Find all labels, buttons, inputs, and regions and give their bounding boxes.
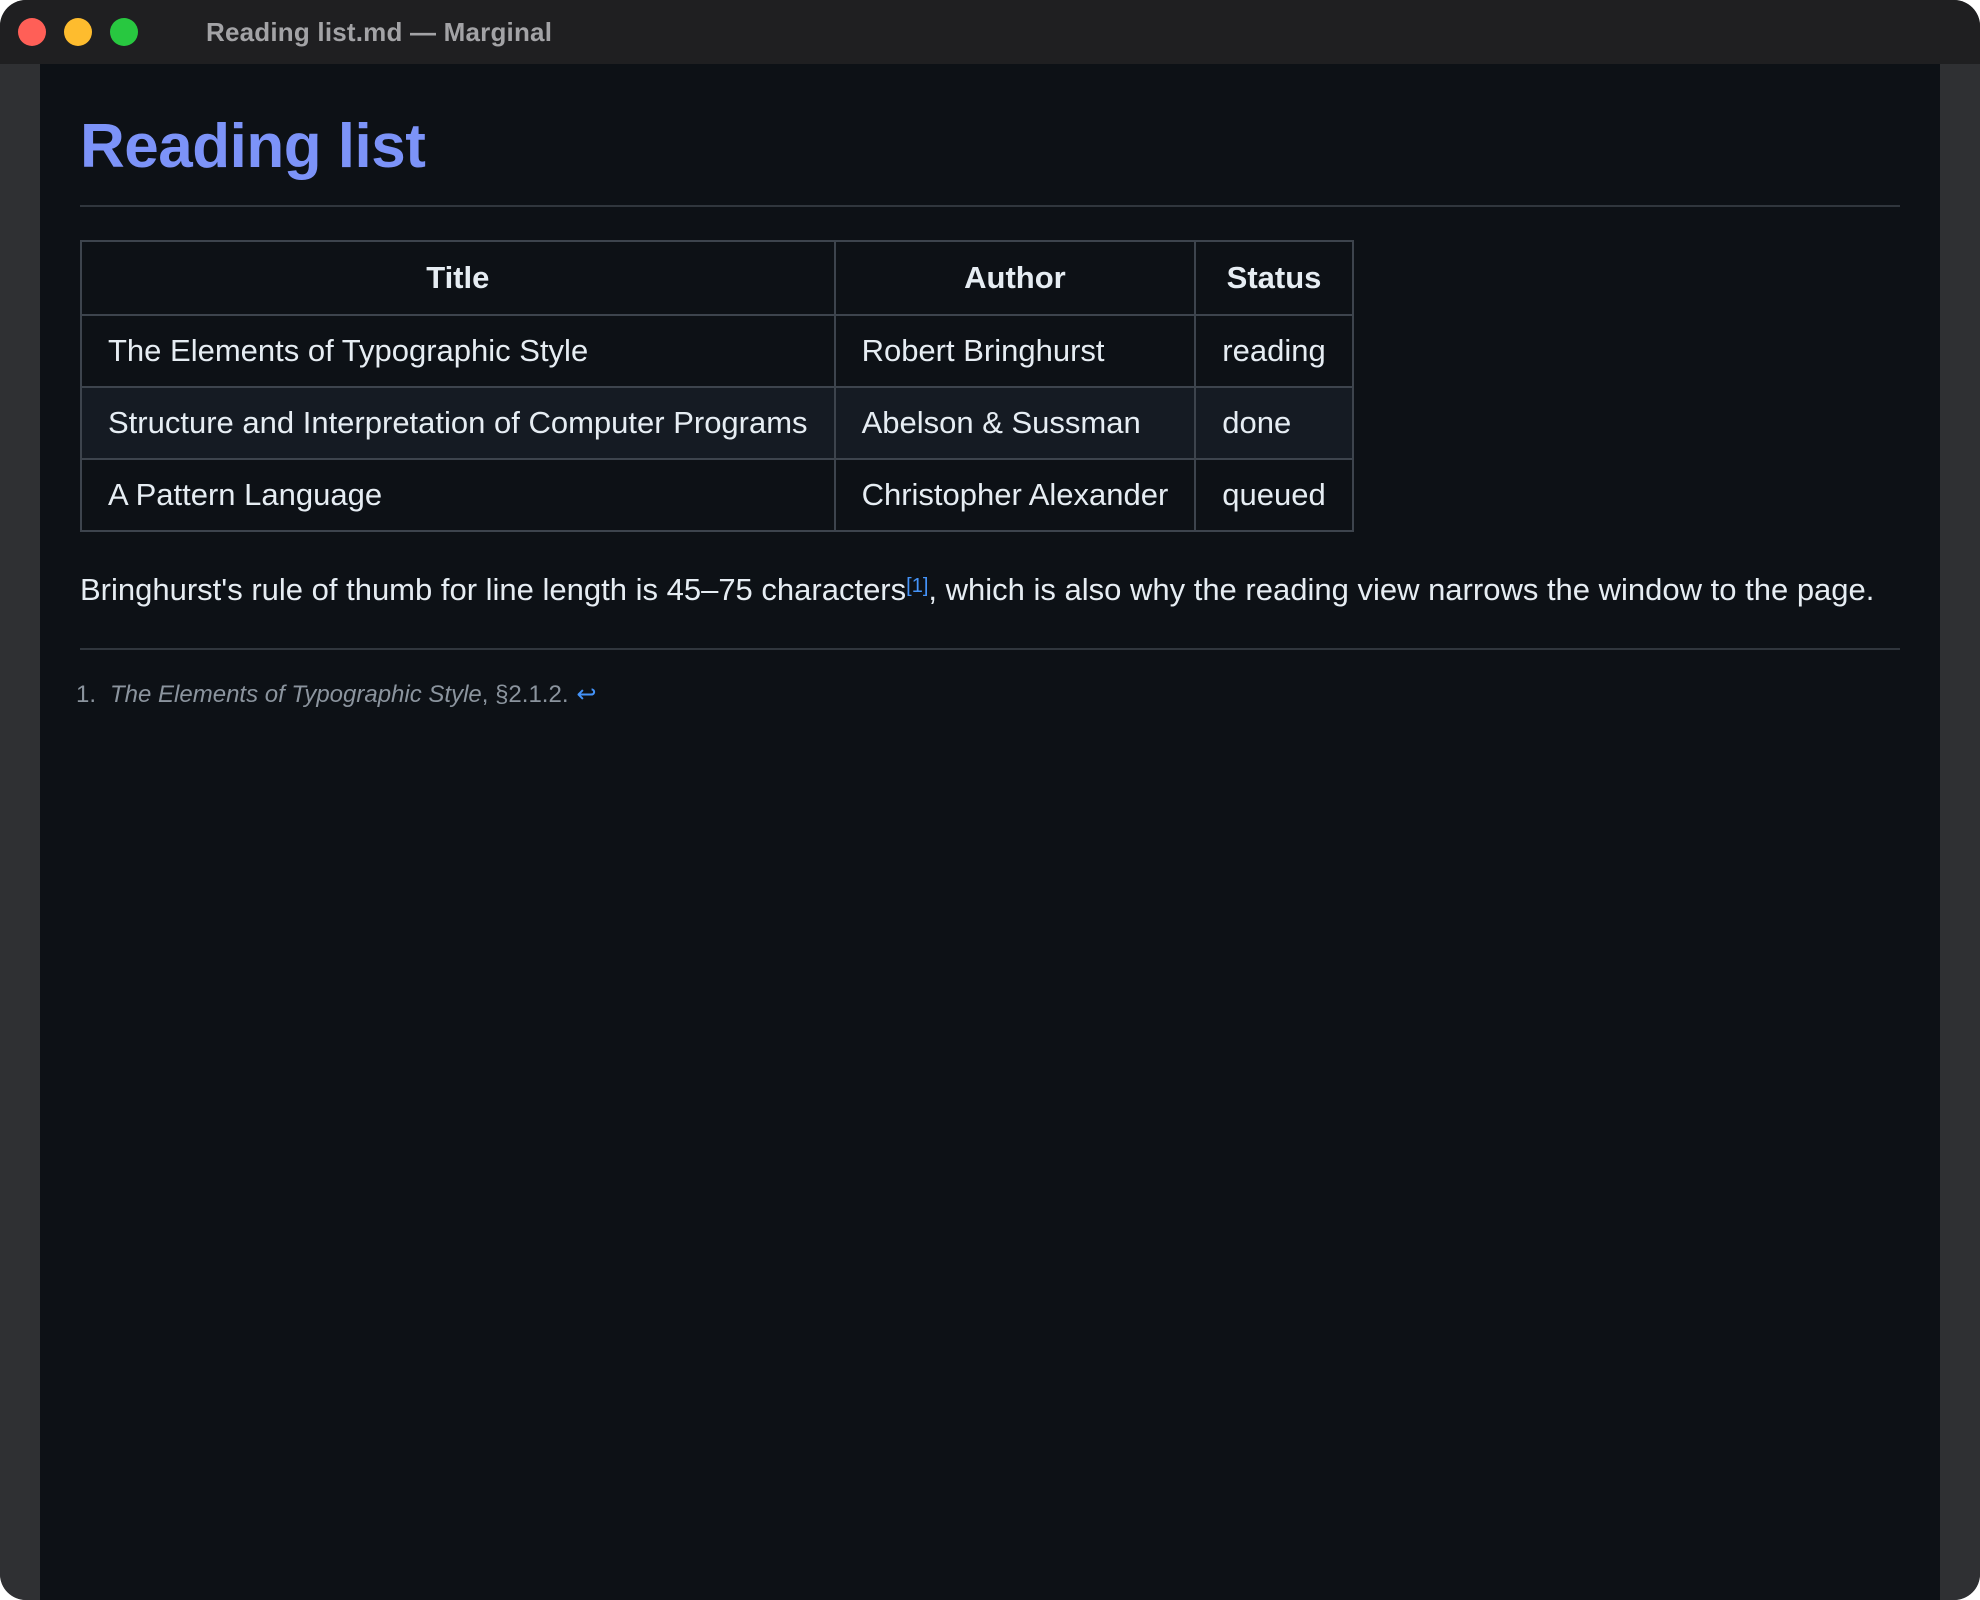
cell-author: Christopher Alexander	[833, 458, 1197, 532]
app-window: Reading list.md — Marginal Reading list …	[0, 0, 1980, 1600]
reading-table: Title Author Status The Elements of Typo…	[80, 240, 1354, 532]
column-header-author: Author	[833, 240, 1197, 316]
return-arrow-icon[interactable]: ↩	[576, 680, 596, 709]
traffic-lights	[18, 18, 156, 46]
cell-status: done	[1194, 386, 1354, 460]
table-header-row: Title Author Status	[80, 240, 1354, 316]
reading-view[interactable]: Reading list Title Author Status The Ele…	[40, 64, 1940, 1600]
table-row: The Elements of Typographic Style Robert…	[80, 314, 1354, 388]
title-bar[interactable]: Reading list.md — Marginal	[0, 0, 1980, 64]
heading-divider	[80, 205, 1900, 207]
right-margin	[1940, 64, 1980, 1600]
cell-author: Abelson & Sussman	[833, 386, 1197, 460]
footnote-item: 1. The Elements of Typographic Style, §2…	[76, 680, 1900, 709]
cell-status: reading	[1194, 314, 1354, 388]
footnotes-divider	[80, 648, 1900, 650]
footnotes-list: 1. The Elements of Typographic Style, §2…	[76, 680, 1900, 709]
footnote-book-title: The Elements of Typographic Style	[110, 681, 482, 708]
cell-title: The Elements of Typographic Style	[80, 314, 836, 388]
footnote-reference-link[interactable]: [1]	[906, 575, 928, 597]
minimize-button[interactable]	[64, 18, 92, 46]
page-title: Reading list	[80, 112, 426, 181]
cell-title: Structure and Interpretation of Computer…	[80, 386, 836, 460]
body-paragraph: Bringhurst's rule of thumb for line leng…	[80, 566, 1900, 614]
zoom-button[interactable]	[110, 18, 138, 46]
footnote-section: , §2.1.2.	[481, 681, 569, 708]
table-row: A Pattern Language Christopher Alexander…	[80, 458, 1354, 532]
close-button[interactable]	[18, 18, 46, 46]
table-row: Structure and Interpretation of Computer…	[80, 386, 1354, 460]
window-title: Reading list.md — Marginal	[206, 16, 553, 47]
paragraph-text-after: , which is also why the reading view nar…	[928, 572, 1875, 607]
column-header-title: Title	[80, 240, 836, 316]
cell-title: A Pattern Language	[80, 458, 836, 532]
document: Reading list Title Author Status The Ele…	[76, 64, 1900, 709]
cell-status: queued	[1194, 458, 1354, 532]
cell-author: Robert Bringhurst	[833, 314, 1197, 388]
column-header-status: Status	[1194, 240, 1354, 316]
left-margin	[0, 64, 40, 1600]
footnote-number: 1.	[76, 681, 97, 708]
paragraph-text-before: Bringhurst's rule of thumb for line leng…	[80, 572, 907, 607]
